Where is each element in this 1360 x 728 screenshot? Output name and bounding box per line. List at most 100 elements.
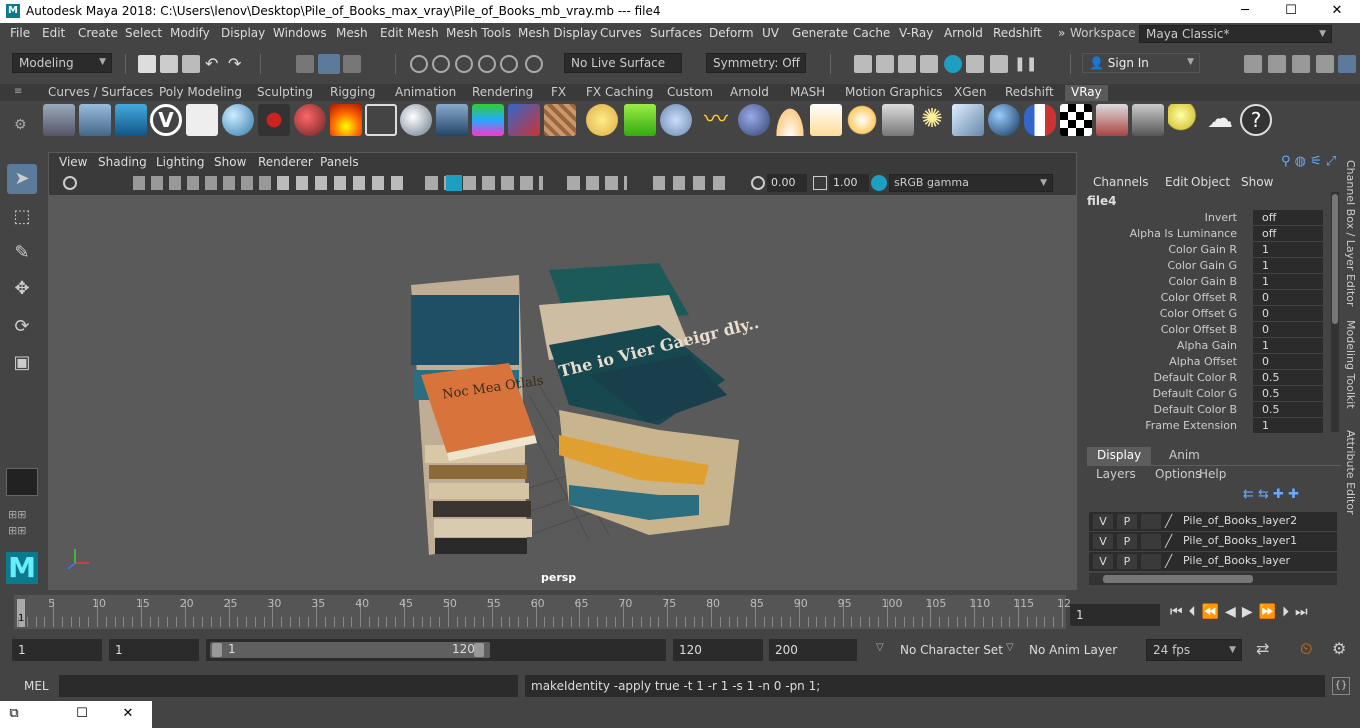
snap-view-plane-icon[interactable] (478, 55, 496, 73)
menu-display[interactable]: Display (221, 26, 265, 40)
attribute-editor-icon[interactable] (1292, 55, 1310, 73)
render-setup-icon[interactable] (966, 55, 984, 73)
layer-type-toggle[interactable] (1141, 514, 1161, 529)
render-settings-icon[interactable] (920, 55, 938, 73)
attribute-label[interactable]: Color Offset B (1161, 323, 1237, 336)
snap-surface-icon[interactable] (500, 55, 518, 73)
menu-overflow-icon[interactable]: » (1058, 26, 1065, 40)
attribute-value-field[interactable]: off (1253, 226, 1323, 241)
snap-grid-icon[interactable] (410, 55, 428, 73)
snap-curve-icon[interactable] (432, 55, 450, 73)
menu-cache[interactable]: Cache (853, 26, 890, 40)
light-editor-icon[interactable] (990, 55, 1008, 73)
vray-settings-icon[interactable] (186, 104, 218, 136)
menu-modify[interactable]: Modify (170, 26, 210, 40)
menu-file[interactable]: File (10, 26, 30, 40)
redo-icon[interactable]: ↷ (228, 55, 246, 73)
shelf-tab-fx[interactable]: FX (545, 85, 572, 101)
vray-cloud-icon[interactable]: ☁ (1204, 104, 1236, 136)
attribute-label[interactable]: Default Color R (1153, 371, 1237, 384)
channel-box-toolbar-icons[interactable]: ⚲ ◍ ⚟ ⤢ (1281, 154, 1336, 169)
step-forward-frame-icon[interactable]: ⏩ (1259, 604, 1282, 620)
viewport-menu-shading[interactable]: Shading (98, 155, 147, 169)
render-view-icon[interactable] (854, 55, 872, 73)
channel-box-scrollbar[interactable] (1331, 192, 1339, 432)
menu-surfaces[interactable]: Surfaces (650, 26, 702, 40)
menu-mesh-tools[interactable]: Mesh Tools (446, 26, 511, 40)
minimized-window[interactable]: ⧉ ☐ ✕ (0, 701, 152, 728)
attribute-label[interactable]: Default Color G (1153, 387, 1237, 400)
chevron-down-icon[interactable]: ▽ (1006, 642, 1014, 653)
vray-fire-icon[interactable] (330, 104, 362, 136)
sign-in-button[interactable]: 👤 Sign In ▼ (1082, 53, 1200, 73)
vray-lens-icon[interactable] (508, 104, 540, 136)
shelf-tab-rigging[interactable]: Rigging (324, 85, 381, 101)
animation-preferences-icon[interactable]: ⚙ (1332, 639, 1346, 658)
vray-ies-icon[interactable] (882, 104, 914, 136)
attribute-value-field[interactable]: 0 (1253, 322, 1323, 337)
vray-light-cone-icon[interactable] (436, 104, 468, 136)
smooth-shade-icon[interactable] (446, 175, 462, 191)
tab-anim[interactable]: Anim (1159, 447, 1210, 465)
go-to-end-icon[interactable]: ⏭ (1295, 604, 1314, 620)
maximize-icon[interactable]: ☐ (72, 704, 92, 724)
help-icon[interactable]: ? (1240, 104, 1272, 136)
select-component-icon[interactable] (343, 55, 361, 73)
channel-box-menu-edit[interactable]: Edit (1165, 175, 1188, 189)
range-slider[interactable]: 1 120 (206, 639, 666, 661)
command-input[interactable] (59, 675, 518, 697)
attribute-value-field[interactable]: 0.5 (1253, 386, 1323, 401)
lighting-icons[interactable] (567, 176, 627, 190)
vray-dome-light-icon[interactable] (774, 104, 806, 136)
new-scene-icon[interactable] (138, 55, 156, 73)
shelf-tab-vray[interactable]: VRay (1065, 85, 1108, 101)
select-object-icon[interactable] (318, 54, 340, 74)
play-backwards-icon[interactable]: ◀ (1225, 604, 1242, 620)
viewport-menu-panels[interactable]: Panels (320, 155, 359, 169)
layer-visibility-toggle[interactable]: V (1093, 534, 1113, 549)
color-management-icon[interactable] (871, 175, 887, 191)
vray-rect-light-icon[interactable] (952, 104, 984, 136)
open-scene-icon[interactable] (160, 55, 178, 73)
channel-box-menu-channels[interactable]: Channels (1093, 175, 1149, 189)
layer-row[interactable]: V P ╱ Pile_of_Books_layer (1089, 552, 1337, 571)
attribute-label[interactable]: Default Color B (1154, 403, 1237, 416)
shelf-settings-icon[interactable]: ⚙ (14, 117, 27, 133)
menu-generate[interactable]: Generate (792, 26, 848, 40)
channel-box-menu-object[interactable]: Object (1191, 175, 1230, 189)
vray-plane-icon[interactable] (365, 104, 397, 136)
current-frame-field[interactable]: 1 (1070, 604, 1160, 626)
symmetry-dropdown[interactable]: Symmetry: Off (706, 53, 806, 73)
menu-arnold[interactable]: Arnold (944, 26, 983, 40)
vray-sunlight-icon[interactable]: ✺ (916, 104, 948, 136)
layer-color-icon[interactable]: ╱ (1165, 554, 1172, 568)
anim-layer-dropdown[interactable]: No Anim Layer (1023, 639, 1127, 661)
attribute-value-field[interactable]: off (1253, 210, 1323, 225)
outliner-layout-icon[interactable]: ⊞⊞ (8, 524, 36, 537)
tool-settings-icon[interactable] (1316, 55, 1334, 73)
menu-uv[interactable]: UV (762, 26, 779, 40)
layers-menu-help[interactable]: Help (1199, 467, 1226, 481)
live-surface-field[interactable]: No Live Surface (564, 53, 682, 73)
step-back-frame-icon[interactable]: ⏪ (1202, 604, 1225, 620)
four-view-layout-icon[interactable]: ⊞⊞ (8, 508, 36, 521)
ipr-render-icon[interactable] (898, 55, 916, 73)
time-slider[interactable]: 1 5 10 15 20 25 30 35 40 45 50 55 60 65 70 75 80 85 90 95 1… (0, 595, 1360, 633)
menu-redshift[interactable]: Redshift (993, 26, 1042, 40)
anim-end-field[interactable]: 200 (769, 639, 857, 661)
single-perspective-layout-icon[interactable] (6, 468, 38, 496)
shelf-tab-animation[interactable]: Animation (389, 85, 462, 101)
vray-texture-icon[interactable] (544, 104, 576, 136)
attribute-value-field[interactable]: 0 (1253, 354, 1323, 369)
gamma-field[interactable]: 1.00 (829, 174, 869, 192)
lasso-tool-icon[interactable]: ⬚ (7, 202, 37, 232)
scale-tool-icon[interactable]: ▣ (7, 348, 37, 378)
maximize-button[interactable]: ☐ (1268, 0, 1314, 23)
tab-modeling-toolkit[interactable]: Modeling Toolkit (1344, 320, 1357, 409)
attribute-value-field[interactable]: 1 (1253, 242, 1323, 257)
menu-windows[interactable]: Windows (273, 26, 327, 40)
range-end-handle[interactable] (474, 643, 484, 657)
layer-color-icon[interactable]: ╱ (1165, 514, 1172, 528)
viewport-menu-show[interactable]: Show (214, 155, 246, 169)
vray-scatter-icon[interactable] (660, 104, 692, 136)
